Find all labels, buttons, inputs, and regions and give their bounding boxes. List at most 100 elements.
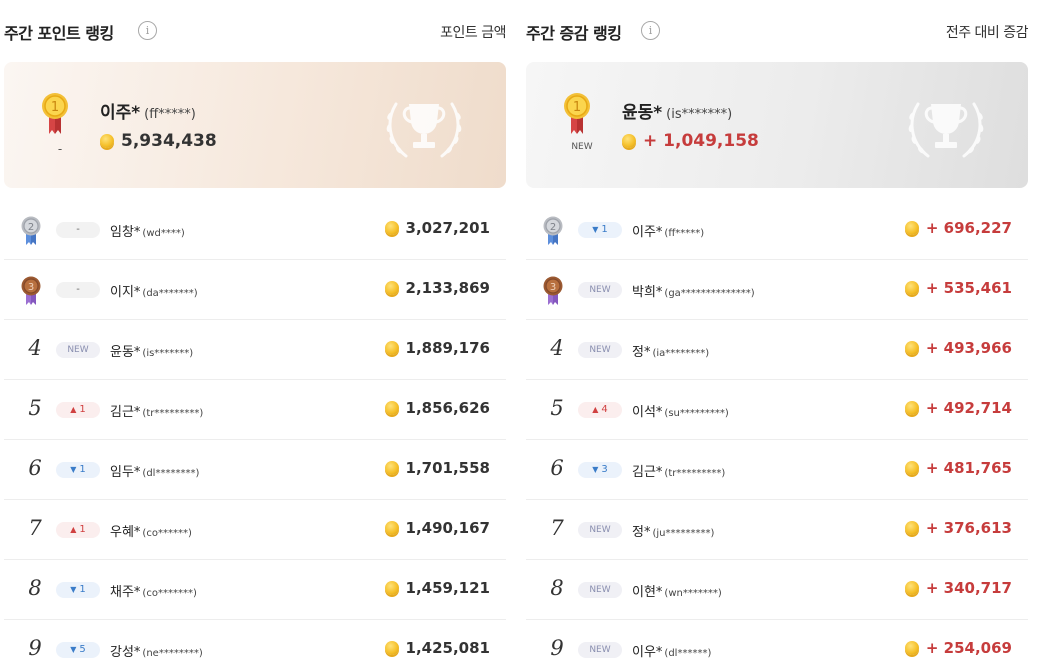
rank-change-value: 3 (601, 464, 608, 475)
rank-change-value: 1 (79, 464, 86, 475)
rank-change-badge: NEW (578, 642, 622, 658)
points: + 696,227 (904, 219, 1012, 237)
user-name: 윤동* (622, 103, 663, 123)
user-name[interactable]: 박희* (ga**************) (632, 281, 755, 300)
coin-icon (384, 461, 399, 475)
info-icon[interactable]: i (138, 21, 157, 40)
ranking-row[interactable]: 8 NEW 이현* (wn*******) + 340,717 (526, 560, 1028, 620)
masked-user-id: (ff*****) (144, 107, 196, 122)
ranking-row[interactable]: 6 ▼ 1 임두* (dl********) 1,701,558 (4, 440, 506, 500)
rank-change-badge: ▼ 5 (56, 642, 100, 658)
coin-icon (904, 401, 919, 415)
points: + 492,714 (904, 399, 1012, 417)
user-name[interactable]: 김근* (tr*********) (632, 461, 725, 480)
rank-change-badge: - (56, 282, 100, 298)
masked-user-id: (su*********) (664, 408, 729, 419)
coin-icon (904, 281, 919, 295)
ranking-list: 2 - 임창* (wd****) 3,027,201 3 - 이지* (da****… (4, 200, 506, 664)
arrow-down-icon: ▼ (70, 465, 77, 474)
user-name[interactable]: 정* (ju*********) (632, 521, 714, 540)
rank-number: 5 (28, 396, 42, 420)
svg-text:2: 2 (28, 222, 34, 233)
masked-user-id: (dl********) (142, 468, 200, 479)
masked-user-id: (wd****) (142, 228, 185, 239)
ranking-row[interactable]: 9 ▼ 5 강성* (ne********) 1,425,081 (4, 620, 506, 664)
coin-icon (384, 641, 399, 655)
top-user-name[interactable]: 이주* (ff*****) (100, 98, 196, 123)
trophy-icon (386, 102, 462, 158)
masked-user-id: (is*******) (142, 348, 194, 359)
user-name[interactable]: 윤동* (is*******) (110, 341, 193, 360)
svg-text:1: 1 (51, 100, 59, 115)
rank-change-badge: NEW (56, 342, 100, 358)
ranking-row[interactable]: 3 - 이지* (da*******) 2,133,869 (4, 260, 506, 320)
user-name-text: 임두* (110, 465, 141, 480)
ranking-row[interactable]: 9 NEW 이우* (dl******) + 254,069 (526, 620, 1028, 664)
user-name-text: 정* (632, 525, 651, 540)
arrow-down-icon: ▼ (592, 225, 599, 234)
user-name[interactable]: 이지* (da*******) (110, 281, 198, 300)
user-name[interactable]: 김근* (tr*********) (110, 401, 203, 420)
ranking-row[interactable]: 4 NEW 정* (ia********) + 493,966 (526, 320, 1028, 380)
user-name-text: 박희* (632, 285, 663, 300)
info-icon[interactable]: i (641, 21, 660, 40)
user-name[interactable]: 이석* (su*********) (632, 401, 729, 420)
ranking-row[interactable]: 7 NEW 정* (ju*********) + 376,613 (526, 500, 1028, 560)
user-name[interactable]: 채주* (co*******) (110, 581, 197, 600)
arrow-up-icon: ▲ (70, 405, 77, 414)
points: 3,027,201 (384, 219, 490, 237)
points: + 481,765 (904, 459, 1012, 477)
rank-change-value: 1 (79, 584, 86, 595)
user-name[interactable]: 이현* (wn*******) (632, 581, 722, 600)
ranking-row[interactable]: 2 - 임창* (wd****) 3,027,201 (4, 200, 506, 260)
ranking-list: 2 ▼ 1 이주* (ff*****) + 696,227 3 NEW 박희* (ga… (526, 200, 1028, 664)
masked-user-id: (tr*********) (142, 408, 204, 419)
points-value: + 1,049,158 (643, 131, 759, 151)
points-value: + 696,227 (925, 219, 1012, 237)
panel-header: 주간 포인트 랭킹 i 포인트 금액 (4, 18, 506, 44)
user-name-text: 이우* (632, 645, 663, 660)
gold-medal-icon: 1 (564, 93, 590, 134)
user-name[interactable]: 우혜* (co******) (110, 521, 192, 540)
user-name[interactable]: 임창* (wd****) (110, 221, 185, 240)
panel-title: 주간 포인트 랭킹 (4, 24, 114, 43)
ranking-row[interactable]: 5 ▲ 4 이석* (su*********) + 492,714 (526, 380, 1028, 440)
user-name[interactable]: 강성* (ne********) (110, 641, 203, 660)
rank-change-badge: - (56, 222, 100, 238)
points-value: 1,425,081 (405, 639, 490, 657)
coin-icon (384, 341, 399, 355)
rank-number: 4 (550, 336, 564, 360)
coin-icon (904, 341, 919, 355)
user-name[interactable]: 임두* (dl********) (110, 461, 199, 480)
top-rank-card[interactable]: 1 NEW 윤동* (is*******) + 1,049,158 (526, 62, 1028, 188)
user-name[interactable]: 정* (ia********) (632, 341, 709, 360)
coin-icon (904, 221, 919, 235)
points: + 340,717 (904, 579, 1012, 597)
coin-icon (904, 581, 919, 595)
user-name-text: 김근* (632, 465, 663, 480)
ranking-row[interactable]: 6 ▼ 3 김근* (tr*********) + 481,765 (526, 440, 1028, 500)
points-value: + 493,966 (925, 339, 1012, 357)
user-name[interactable]: 이우* (dl******) (632, 641, 711, 660)
top-user-name[interactable]: 윤동* (is*******) (622, 98, 732, 123)
user-name[interactable]: 이주* (ff*****) (632, 221, 704, 240)
ranking-row[interactable]: 7 ▲ 1 우혜* (co******) 1,490,167 (4, 500, 506, 560)
ranking-row[interactable]: 3 NEW 박희* (ga**************) + 535,461 (526, 260, 1028, 320)
rank-number: 9 (28, 636, 42, 660)
points-value: + 535,461 (925, 279, 1012, 297)
ranking-row[interactable]: 8 ▼ 1 채주* (co*******) 1,459,121 (4, 560, 506, 620)
top-rank-card[interactable]: 1 - 이주* (ff*****) 5,934,438 (4, 62, 506, 188)
ranking-row[interactable]: 2 ▼ 1 이주* (ff*****) + 696,227 (526, 200, 1028, 260)
masked-user-id: (dl******) (664, 648, 712, 659)
rank-change-value: 4 (601, 404, 608, 415)
rank-number: 8 (550, 576, 564, 600)
user-name-text: 이지* (110, 285, 141, 300)
ranking-row[interactable]: 4 NEW 윤동* (is*******) 1,889,176 (4, 320, 506, 380)
coin-icon (622, 134, 636, 148)
points: 1,490,167 (384, 519, 490, 537)
points: + 376,613 (904, 519, 1012, 537)
rank-number: 7 (550, 516, 564, 540)
rank-change-badge: ▲ 4 (578, 402, 622, 418)
coin-icon (904, 521, 919, 535)
ranking-row[interactable]: 5 ▲ 1 김근* (tr*********) 1,856,626 (4, 380, 506, 440)
